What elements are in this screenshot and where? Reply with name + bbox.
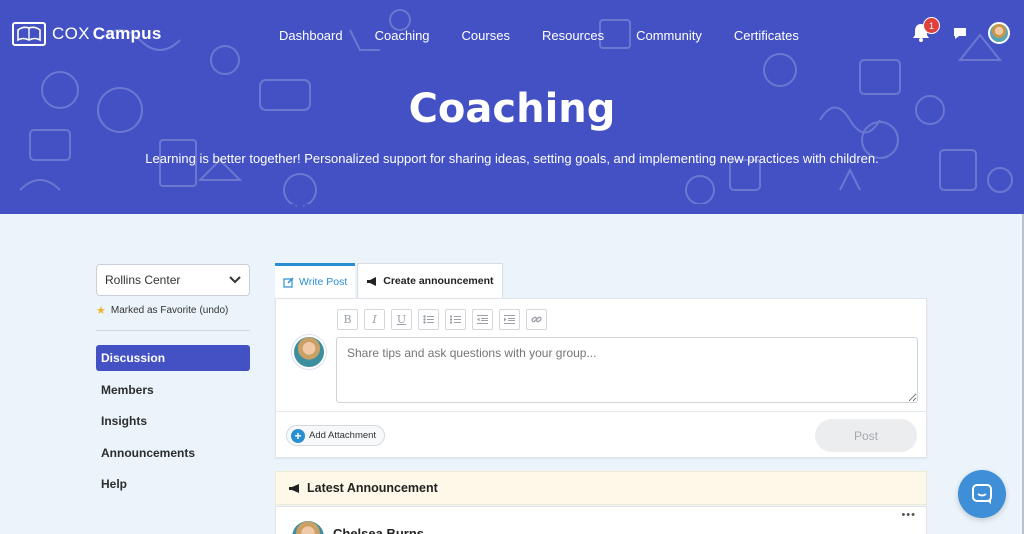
link-button[interactable] [526, 309, 547, 330]
sidebar-item-announcements[interactable]: Announcements [96, 440, 250, 466]
star-icon: ★ [96, 305, 106, 317]
sidebar-item-members[interactable]: Members [96, 377, 250, 403]
chevron-down-icon [229, 276, 241, 284]
nav-coaching[interactable]: Coaching [375, 28, 430, 43]
composer-divider [276, 411, 926, 412]
announcement-post: Chelsea Burns ••• [275, 506, 927, 534]
outdent-button[interactable] [472, 309, 493, 330]
indent-button[interactable] [499, 309, 520, 330]
tab-create-announcement[interactable]: Create announcement [357, 263, 503, 298]
nav-resources[interactable]: Resources [542, 28, 604, 43]
nav-certificates[interactable]: Certificates [734, 28, 799, 43]
add-attachment-label: Add Attachment [309, 430, 377, 441]
group-select[interactable]: Rollins Center [96, 264, 250, 296]
add-attachment-button[interactable]: + Add Attachment [286, 425, 386, 446]
author-avatar [292, 521, 324, 534]
nav-courses[interactable]: Courses [462, 28, 510, 43]
user-avatar[interactable] [988, 22, 1010, 44]
latest-announcement-header: Latest Announcement [275, 471, 927, 505]
header-icons: 1 [912, 17, 1010, 44]
nav-community[interactable]: Community [636, 28, 702, 43]
book-logo-icon [12, 22, 46, 46]
sidebar-item-discussion[interactable]: Discussion [96, 345, 250, 371]
nav-dashboard[interactable]: Dashboard [279, 28, 343, 43]
main-nav: Dashboard Coaching Courses Resources Com… [279, 28, 831, 43]
notification-badge: 1 [923, 17, 940, 34]
sidebar-item-help[interactable]: Help [96, 471, 250, 497]
latest-announcement-title: Latest Announcement [307, 481, 438, 495]
hero-banner: COX Campus Dashboard Coaching Courses Res… [0, 0, 1024, 214]
italic-button[interactable]: I [364, 309, 385, 330]
tab-write-post-label: Write Post [299, 276, 348, 288]
link-icon [531, 316, 542, 323]
composer-avatar [292, 335, 326, 369]
post-button[interactable]: Post [815, 419, 917, 452]
cox-campus-logo[interactable]: COX Campus [12, 22, 162, 46]
bullet-list-icon [423, 315, 434, 324]
chat-icon[interactable] [952, 26, 968, 40]
numbered-list-icon [450, 315, 461, 324]
bullet-list-button[interactable] [418, 309, 439, 330]
underline-button[interactable]: U [391, 309, 412, 330]
outdent-icon [477, 315, 488, 324]
page-title: Coaching [408, 86, 616, 132]
author-name[interactable]: Chelsea Burns [333, 526, 424, 534]
tab-write-post[interactable]: Write Post [275, 263, 356, 298]
megaphone-icon [367, 276, 377, 286]
sidebar-divider [96, 330, 250, 331]
post-composer: B I U + Add Attachment Post [275, 298, 927, 458]
plus-icon: + [291, 428, 305, 443]
zigzag-divider [0, 204, 1024, 212]
composer-tabs: Write Post Create announcement [275, 263, 505, 298]
group-select-value: Rollins Center [105, 273, 181, 287]
favorite-status: ★ Marked as Favorite (undo) [96, 304, 228, 317]
chat-bubble-icon [972, 484, 992, 504]
undo-favorite-link[interactable]: (undo) [199, 305, 228, 316]
megaphone-icon [289, 483, 299, 493]
brand-name: COX Campus [52, 24, 162, 43]
sidebar-menu: Discussion Members Insights Announcement… [96, 345, 250, 503]
favorite-text: Marked as Favorite [110, 305, 197, 316]
help-chat-button[interactable] [958, 470, 1006, 518]
bold-button[interactable]: B [337, 309, 358, 330]
more-options-icon[interactable]: ••• [901, 509, 916, 521]
notifications-button[interactable]: 1 [912, 17, 940, 44]
sidebar-item-insights[interactable]: Insights [96, 408, 250, 434]
page-subtitle: Learning is better together! Personalize… [145, 151, 879, 166]
format-toolbar: B I U [337, 309, 553, 330]
post-text-input[interactable] [336, 337, 918, 403]
numbered-list-button[interactable] [445, 309, 466, 330]
edit-icon [283, 276, 294, 288]
indent-icon [504, 315, 515, 324]
tab-create-announcement-label: Create announcement [383, 275, 494, 287]
